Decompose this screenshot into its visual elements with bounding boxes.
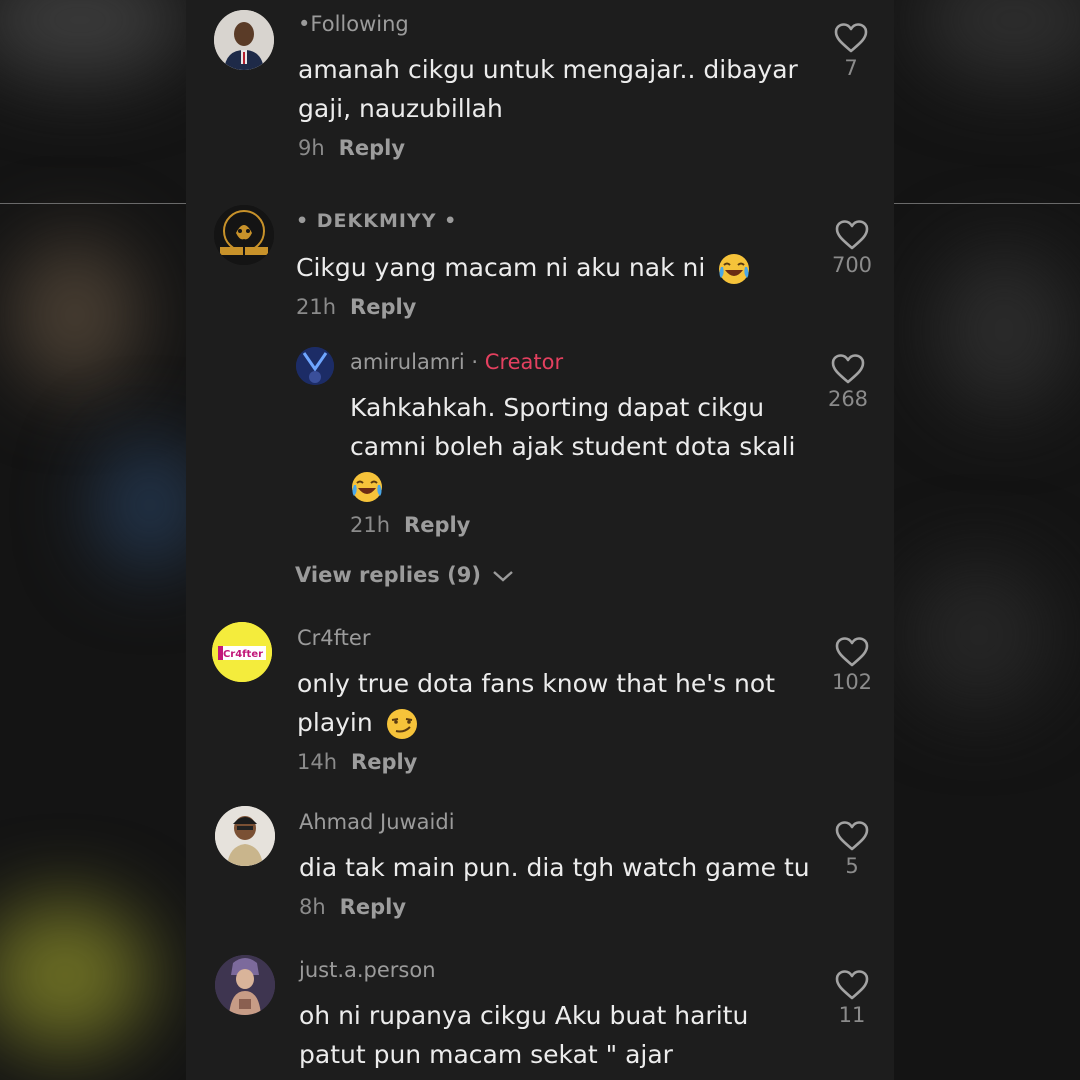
comment-username[interactable]: Cr4fter xyxy=(297,626,370,650)
comment-meta: 9h Reply xyxy=(298,136,405,160)
like-button[interactable]: 11 xyxy=(822,969,882,1027)
like-count: 700 xyxy=(831,253,873,277)
avatar[interactable] xyxy=(214,10,274,70)
like-count: 268 xyxy=(827,387,869,411)
view-replies-button[interactable]: View replies (9) xyxy=(295,563,514,587)
heart-icon xyxy=(831,354,865,384)
comment-username[interactable]: • DEKKMIYY • xyxy=(296,210,457,232)
comment-timestamp: 21h xyxy=(296,295,337,319)
comment-text-block: only true dota fans know that he's not p… xyxy=(297,664,787,742)
creator-badge: Creator xyxy=(484,350,564,374)
comment-timestamp: 8h xyxy=(299,895,326,919)
like-count: 7 xyxy=(844,56,858,80)
user-photo-icon xyxy=(215,806,275,866)
reply-text-block: Kahkahkah. Sporting dapat cikgu camni bo… xyxy=(350,388,820,505)
gaming-logo-icon xyxy=(214,205,274,265)
reply-button[interactable]: Reply xyxy=(351,750,417,774)
heart-icon xyxy=(835,821,869,851)
like-button[interactable]: 102 xyxy=(822,636,882,694)
reply-text: Kahkahkah. Sporting dapat cikgu camni bo… xyxy=(350,393,796,461)
laughing-tears-emoji-icon xyxy=(719,254,750,284)
comments-panel: •Following amanah cikgu untuk mengajar..… xyxy=(186,0,894,1080)
like-count: 5 xyxy=(845,854,859,878)
reply-timestamp: 21h xyxy=(350,513,391,537)
reply-button[interactable]: Reply xyxy=(339,136,405,160)
comment-text: only true dota fans know that he's not p… xyxy=(297,669,775,737)
comment-meta: 21h Reply xyxy=(296,295,416,319)
reply-avatar[interactable] xyxy=(296,347,334,385)
avatar[interactable] xyxy=(214,205,274,265)
user-photo-icon xyxy=(214,10,274,70)
heart-icon xyxy=(835,220,869,250)
heart-icon xyxy=(834,23,868,53)
comment-username[interactable]: Ahmad Juwaidi xyxy=(299,810,455,834)
crafter-logo-icon: Cr4fter xyxy=(212,622,272,682)
blurred-backdrop-right xyxy=(894,0,1080,1080)
separator-dot: · xyxy=(471,350,479,374)
avatar-text: Cr4fter xyxy=(223,649,263,660)
heart-icon xyxy=(835,637,869,667)
comment-username[interactable]: •Following xyxy=(298,12,409,36)
chevron-down-icon xyxy=(493,571,514,582)
avatar[interactable]: Cr4fter xyxy=(212,622,272,682)
user-photo-icon xyxy=(215,955,275,1015)
divider-line-right xyxy=(894,203,1080,204)
like-button[interactable]: 7 xyxy=(821,22,881,80)
divider-line-left xyxy=(0,203,186,204)
like-count: 11 xyxy=(838,1003,866,1027)
comment-meta: 8h Reply xyxy=(299,895,406,919)
like-button[interactable]: 700 xyxy=(822,219,882,277)
like-button[interactable]: 268 xyxy=(818,353,878,411)
smirk-emoji-icon xyxy=(386,709,417,739)
comment-text: Cikgu yang macam ni aku nak ni xyxy=(296,253,706,282)
laughing-tears-emoji-icon xyxy=(352,472,382,502)
reply-button[interactable]: Reply xyxy=(340,895,406,919)
reply-username[interactable]: amirulamri xyxy=(350,350,465,374)
comment-meta: 14h Reply xyxy=(297,750,417,774)
comment-timestamp: 9h xyxy=(298,136,325,160)
comment-text: oh ni rupanya cikgu Aku buat haritu patu… xyxy=(299,1001,749,1069)
reply-button[interactable]: Reply xyxy=(350,295,416,319)
avatar[interactable] xyxy=(215,806,275,866)
comment-text-line: Cikgu yang macam ni aku nak ni xyxy=(296,248,816,287)
comment-text: dia tak main pun. dia tgh watch game tu xyxy=(299,853,810,882)
user-photo-icon xyxy=(296,347,334,385)
blurred-backdrop-left xyxy=(0,0,186,1080)
like-count: 102 xyxy=(831,670,873,694)
avatar[interactable] xyxy=(215,955,275,1015)
heart-icon xyxy=(835,970,869,1000)
reply-meta: 21h Reply xyxy=(350,513,470,537)
comment-text: amanah cikgu untuk mengajar.. dibayar ga… xyxy=(298,55,798,123)
reply-button[interactable]: Reply xyxy=(404,513,470,537)
comment-username[interactable]: just.a.person xyxy=(299,958,436,982)
view-replies-label: View replies (9) xyxy=(295,563,481,587)
like-button[interactable]: 5 xyxy=(822,820,882,878)
reply-username-line: amirulamri · Creator xyxy=(350,350,563,374)
comment-timestamp: 14h xyxy=(297,750,338,774)
